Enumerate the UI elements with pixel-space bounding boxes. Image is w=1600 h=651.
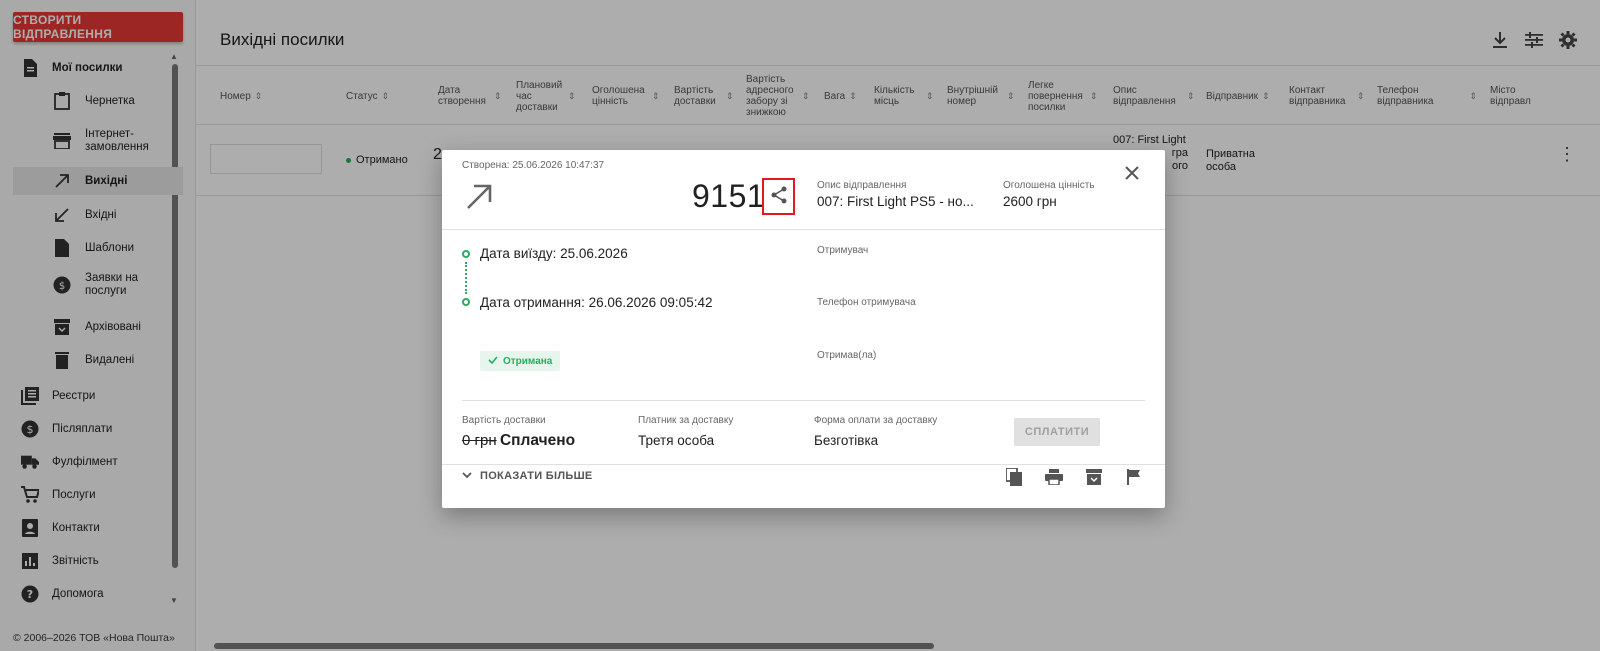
timeline-dot <box>462 298 470 306</box>
created-date: Створена: 25.06.2026 10:47:37 <box>462 160 605 171</box>
payment-form-label: Форма оплати за доставку <box>814 415 938 426</box>
check-icon <box>488 355 498 367</box>
recipient-label: Отримувач <box>817 245 869 256</box>
status-badge: Отримана <box>480 351 561 371</box>
received-date: Дата отримання: 26.06.2026 09:05:42 <box>480 295 713 310</box>
divider <box>462 400 1145 401</box>
recipient-phone-label: Телефон отримувача <box>817 297 916 308</box>
show-more-button[interactable]: ПОКАЗАТИ БІЛЬШЕ <box>462 470 593 482</box>
declared-value-label: Оголошена цінність <box>1003 180 1095 191</box>
shipment-details-dialog: Створена: 25.06.2026 10:47:37 9151 Опис … <box>442 150 1165 508</box>
timeline-line <box>465 262 467 294</box>
shipment-number: 9151 <box>692 178 766 214</box>
copy-icon[interactable] <box>1005 468 1023 486</box>
description-label: Опис відправлення <box>817 180 907 191</box>
divider <box>442 229 1165 230</box>
close-icon[interactable] <box>1125 166 1141 182</box>
payer-value: Третя особа <box>638 433 715 448</box>
share-icon <box>770 186 788 207</box>
archive-icon[interactable] <box>1085 468 1103 486</box>
chevron-down-icon <box>462 470 472 482</box>
flag-icon[interactable] <box>1125 468 1143 486</box>
payer-label: Платник за доставку <box>638 415 734 426</box>
print-icon[interactable] <box>1045 468 1063 486</box>
pay-button[interactable]: СПЛАТИТИ <box>1014 418 1100 446</box>
departure-date: Дата виїзду: 25.06.2026 <box>480 246 628 261</box>
received-by-label: Отримав(ла) <box>817 350 877 361</box>
dialog-actions <box>1005 468 1143 486</box>
delivery-cost: 0 грн Сплачено <box>462 432 576 449</box>
share-button[interactable] <box>762 178 795 215</box>
delivery-cost-label: Вартість доставки <box>462 415 546 426</box>
divider <box>442 464 1165 465</box>
arrow-outgoing-icon <box>464 182 496 214</box>
declared-value: 2600 грн <box>1003 194 1057 209</box>
timeline-dot <box>462 250 470 258</box>
description-value: 007: First Light PS5 - но... <box>817 194 974 209</box>
payment-form-value: Безготівка <box>814 433 879 448</box>
